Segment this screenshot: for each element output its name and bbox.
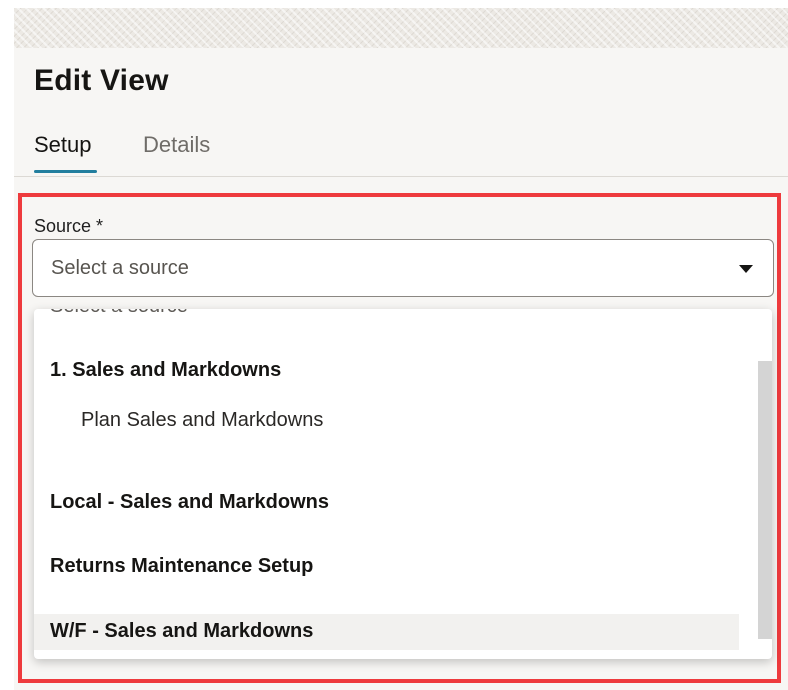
source-select[interactable]: Select a source	[32, 239, 774, 297]
tab-setup[interactable]: Setup	[34, 132, 92, 158]
dropdown-group-returns-maintenance-setup[interactable]: Returns Maintenance Setup	[34, 549, 739, 585]
tab-selected-indicator	[34, 170, 97, 173]
page-title: Edit View	[34, 64, 169, 97]
source-select-placeholder: Select a source	[51, 257, 189, 279]
dropdown-item-label: W/F - Sales and Markdowns	[50, 620, 314, 642]
dropdown-item-label: Returns Maintenance Setup	[50, 555, 314, 577]
tab-details[interactable]: Details	[143, 132, 210, 158]
source-dropdown-list: Select a source 1. Sales and Markdowns P…	[34, 309, 772, 659]
source-label: Source *	[34, 216, 104, 236]
caret-down-icon[interactable]	[739, 265, 753, 273]
dropdown-scrollbar[interactable]	[758, 361, 772, 639]
tabs-divider	[14, 176, 788, 177]
dropdown-item-partial[interactable]: Select a source	[50, 309, 188, 318]
dropdown-item-label: Local - Sales and Markdowns	[50, 491, 329, 513]
dropdown-group-sales-and-markdowns[interactable]: 1. Sales and Markdowns	[34, 353, 739, 389]
dropdown-option-plan-sales-and-markdowns[interactable]: Plan Sales and Markdowns	[34, 403, 739, 439]
header-texture-banner	[14, 8, 788, 48]
dropdown-group-local-sales-and-markdowns[interactable]: Local - Sales and Markdowns	[34, 485, 739, 521]
dropdown-group-wf-sales-and-markdowns[interactable]: W/F - Sales and Markdowns	[34, 614, 739, 650]
tab-bar: Setup Details	[0, 126, 788, 178]
dropdown-item-label: 1. Sales and Markdowns	[50, 359, 282, 381]
dropdown-item-label: Plan Sales and Markdowns	[81, 409, 324, 431]
